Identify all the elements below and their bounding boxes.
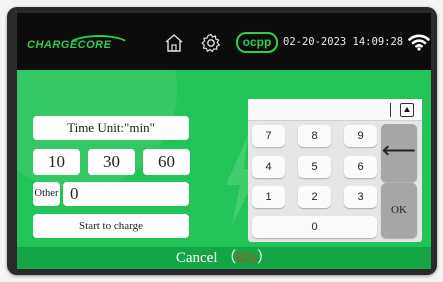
- cancel-label: Cancel: [175, 250, 218, 266]
- close-paren: ）: [257, 250, 273, 266]
- charge-time-panel: Time Unit:"min" 10 30 60 Other 0 Start t…: [17, 70, 431, 269]
- open-paren: （: [221, 250, 237, 266]
- key-6[interactable]: 6: [344, 156, 377, 178]
- text-cursor: [390, 103, 391, 117]
- charger-screen: CHARGECORE ocpp 02-20-2023 14:09:28 Time…: [17, 13, 431, 269]
- status-header: CHARGECORE ocpp 02-20-2023 14:09:28: [17, 13, 431, 68]
- time-unit-label: Time Unit:"min": [33, 116, 189, 140]
- other-label: Other: [33, 182, 60, 206]
- key-9[interactable]: 9: [344, 125, 377, 147]
- preset-10-button[interactable]: 10: [33, 149, 80, 175]
- preset-30-button[interactable]: 30: [88, 149, 135, 175]
- key-2[interactable]: 2: [298, 186, 331, 208]
- ok-key[interactable]: OK: [381, 183, 417, 238]
- key-0[interactable]: 0: [252, 216, 377, 238]
- other-time-input[interactable]: 0: [63, 182, 189, 206]
- ocpp-badge: ocpp: [236, 32, 278, 53]
- key-3[interactable]: 3: [344, 186, 377, 208]
- key-7[interactable]: 7: [252, 125, 285, 147]
- numeric-keypad: 7 8 9 4 5 6 1 2 3 0 ⟵ OK: [248, 99, 422, 242]
- key-8[interactable]: 8: [298, 125, 331, 147]
- countdown-timer: 82s: [236, 250, 258, 266]
- brand-logo: CHARGECORE: [27, 32, 137, 54]
- preset-60-button[interactable]: 60: [143, 149, 190, 175]
- cancel-button[interactable]: Cancel （82s）: [17, 247, 431, 269]
- key-1[interactable]: 1: [252, 186, 285, 208]
- key-5[interactable]: 5: [298, 156, 331, 178]
- backspace-arrow-icon: ⟵: [381, 137, 417, 164]
- key-4[interactable]: 4: [252, 156, 285, 178]
- triangle-up-icon[interactable]: [400, 103, 414, 117]
- keypad-display: [248, 99, 422, 121]
- backspace-key[interactable]: ⟵: [381, 124, 417, 182]
- home-icon[interactable]: [163, 33, 185, 53]
- logo-text: CHARGECORE: [27, 39, 112, 51]
- wifi-icon: [408, 34, 430, 51]
- gear-icon[interactable]: [200, 32, 222, 54]
- start-charge-button[interactable]: Start to charge: [33, 214, 189, 238]
- datetime-display: 02-20-2023 14:09:28: [283, 36, 404, 48]
